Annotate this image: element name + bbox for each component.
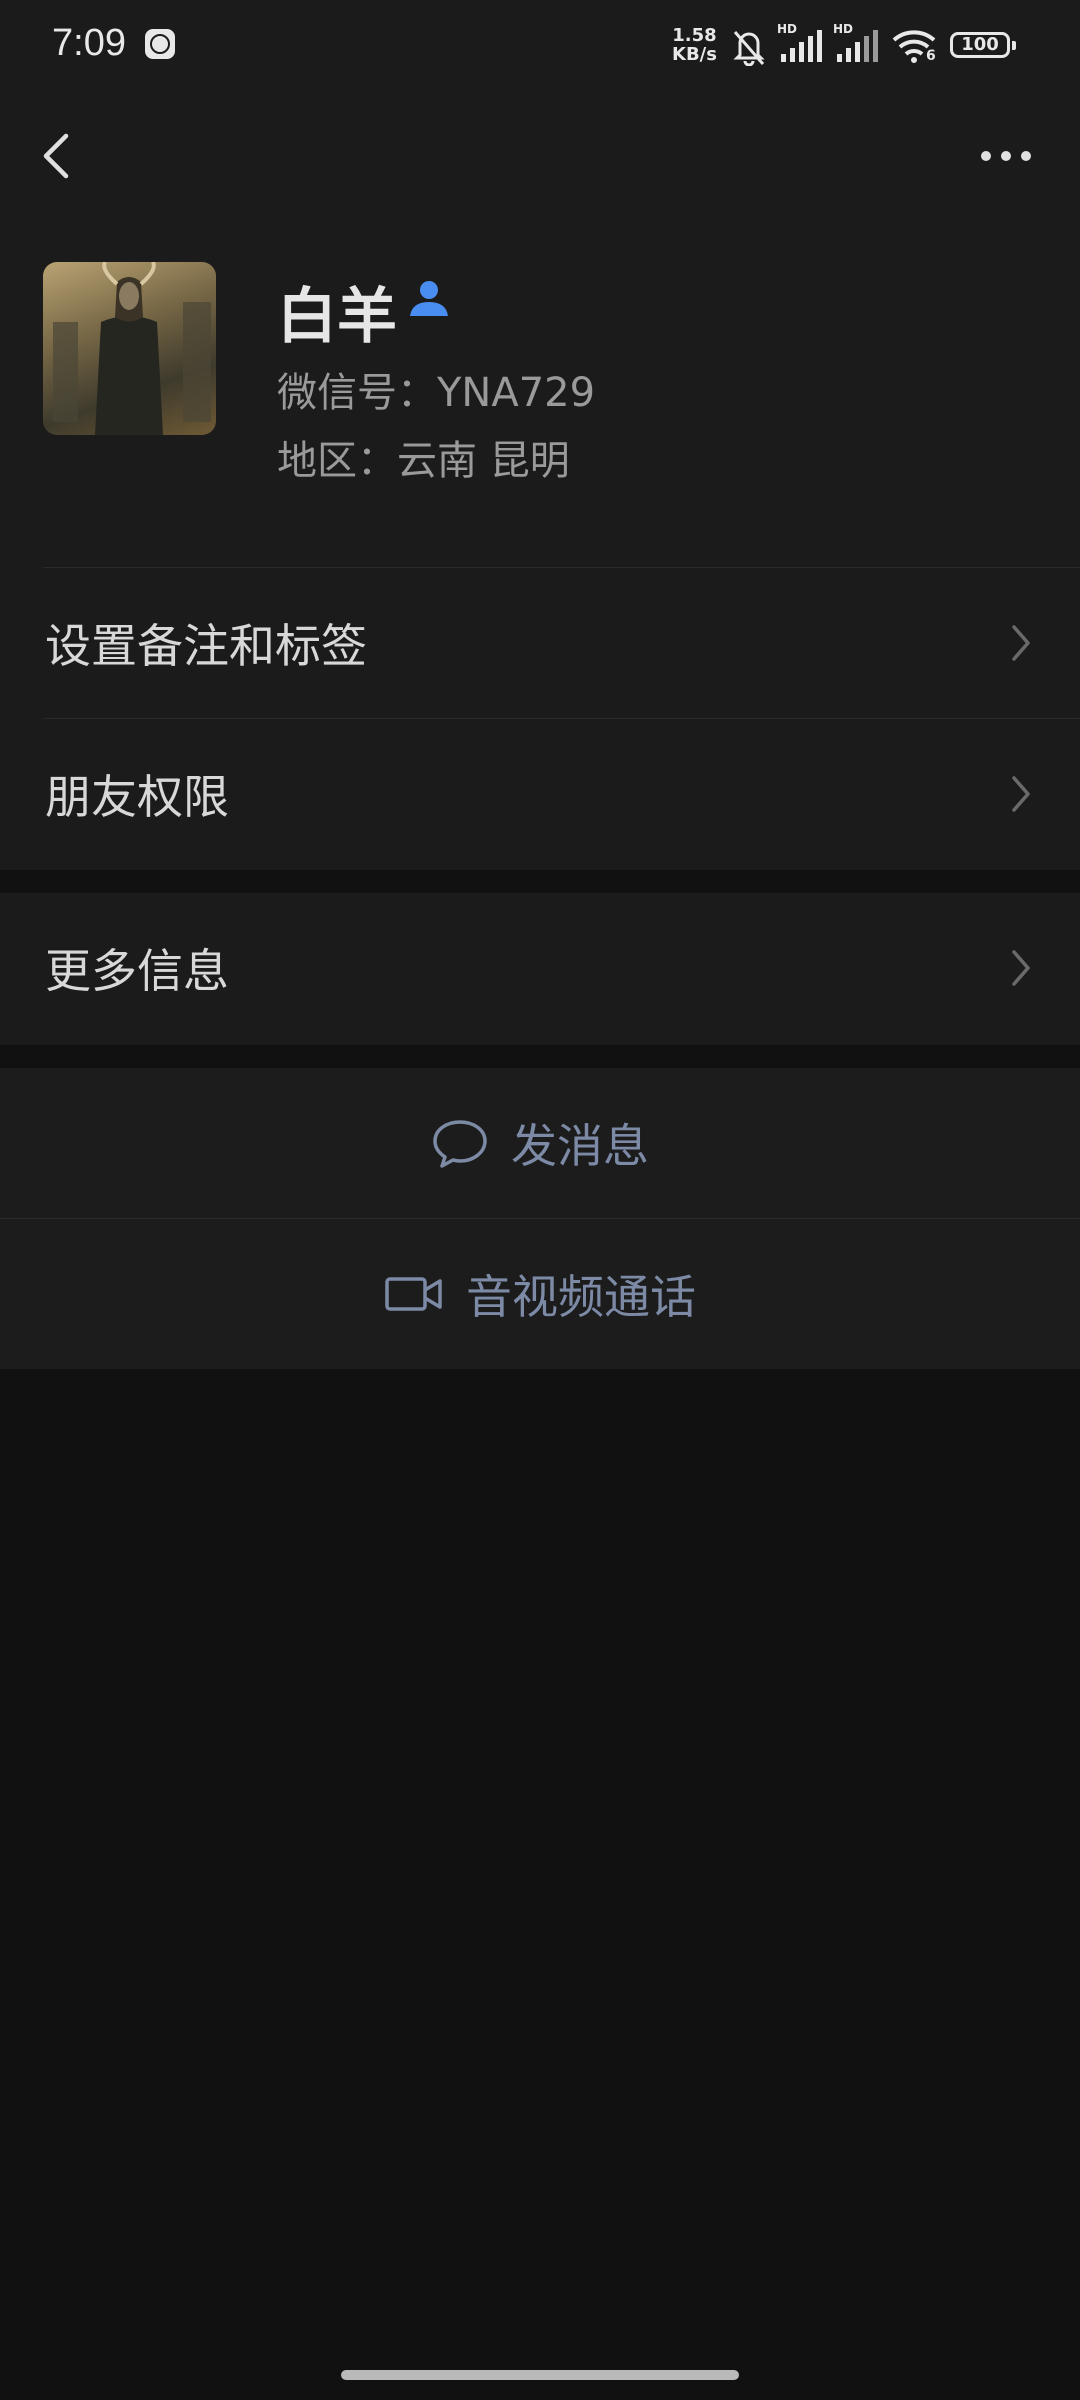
person-icon bbox=[410, 281, 448, 316]
signal-icon bbox=[837, 30, 878, 62]
status-bar: 7:09 1.58 KB/s HD HD 6 100 bbox=[0, 0, 1080, 96]
send-message-label: 发消息 bbox=[511, 1119, 649, 1173]
menu-item-remark-tags[interactable]: 设置备注和标签 bbox=[0, 568, 1080, 718]
menu-item-friend-permissions[interactable]: 朋友权限 bbox=[0, 719, 1080, 869]
section-separator bbox=[0, 870, 1080, 893]
menu-item-label: 设置备注和标签 bbox=[45, 619, 367, 673]
more-dots-icon[interactable] bbox=[978, 142, 1034, 170]
contact-name: 白羊 bbox=[277, 282, 397, 352]
video-call-label: 音视频通话 bbox=[466, 1270, 696, 1324]
section-separator bbox=[0, 1045, 1080, 1068]
video-camera-icon bbox=[385, 1277, 442, 1311]
menu-item-more-info[interactable]: 更多信息 bbox=[0, 893, 1080, 1043]
network-speed-value: 1.58 bbox=[672, 25, 717, 46]
avatar-image bbox=[53, 262, 211, 435]
send-message-button[interactable]: 发消息 bbox=[0, 1068, 1080, 1218]
video-call-button[interactable]: 音视频通话 bbox=[0, 1219, 1080, 1369]
chevron-left-icon[interactable] bbox=[36, 128, 76, 184]
chevron-right-icon bbox=[1012, 776, 1030, 812]
wechat-id: 微信号：YNA729 bbox=[277, 370, 596, 416]
alarm-clock-icon bbox=[145, 29, 175, 59]
chevron-right-icon bbox=[1012, 625, 1030, 661]
network-speed-unit: KB/s bbox=[672, 44, 717, 65]
avatar[interactable] bbox=[43, 262, 216, 435]
region: 地区：云南 昆明 bbox=[277, 438, 570, 484]
mute-bell-icon bbox=[733, 31, 765, 66]
wifi-label: 6 bbox=[926, 48, 936, 64]
home-indicator[interactable] bbox=[341, 2370, 739, 2380]
chat-bubble-icon bbox=[433, 1120, 487, 1168]
menu-item-label: 更多信息 bbox=[45, 944, 229, 998]
status-time: 7:09 bbox=[52, 22, 126, 64]
battery-icon: 100 bbox=[950, 32, 1016, 58]
signal-icon bbox=[781, 30, 822, 62]
network-speed: 1.58 KB/s bbox=[672, 26, 717, 64]
chevron-right-icon bbox=[1012, 950, 1030, 986]
menu-item-label: 朋友权限 bbox=[45, 770, 229, 824]
